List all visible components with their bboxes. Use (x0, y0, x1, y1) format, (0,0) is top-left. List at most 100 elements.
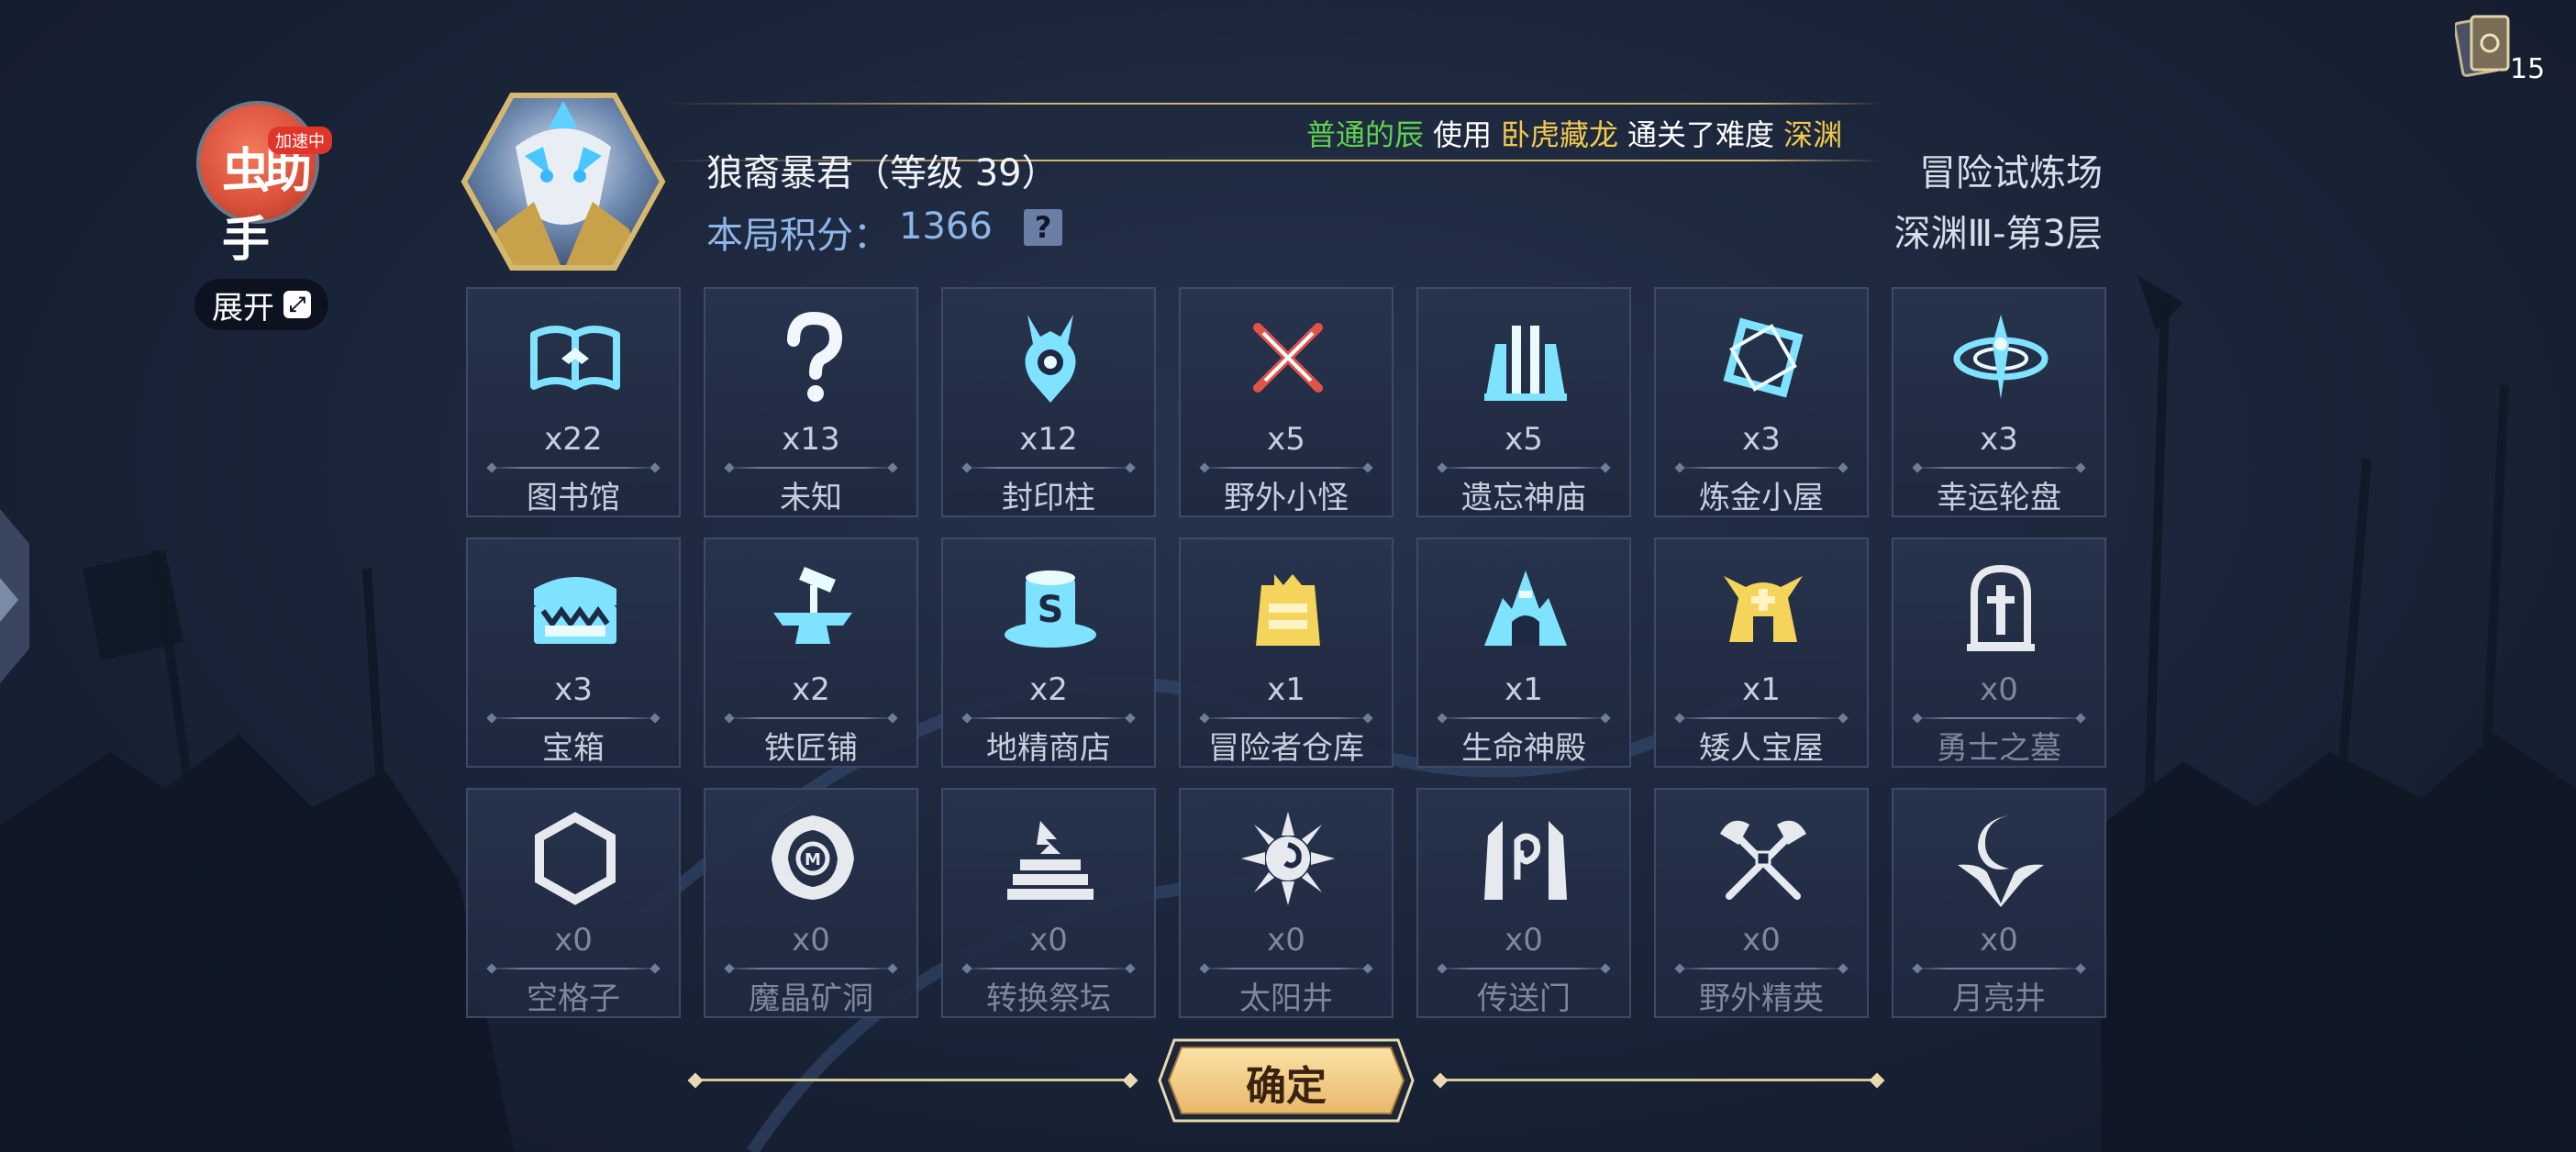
event-cell-portal[interactable]: x0 传送门 (1416, 788, 1631, 1018)
divider (1438, 717, 1609, 719)
event-label: 图书馆 (527, 480, 620, 516)
event-cell-sun-well[interactable]: x0 太阳井 (1179, 788, 1393, 1018)
sun-well-icon (1241, 812, 1335, 905)
tomb-icon (1967, 564, 2035, 651)
divider (1676, 717, 1847, 719)
goblin-shop-icon: S (1005, 570, 1096, 648)
wheel-icon (1953, 315, 2049, 399)
event-cell-dwarf-treasure-house[interactable]: x1 矮人宝屋 (1654, 537, 1869, 768)
event-cell-crystal-mine[interactable]: M x0 魔晶矿洞 (704, 788, 918, 1018)
rule-diamond (1432, 1072, 1449, 1089)
ticker-player: 普通的辰 (1306, 117, 1425, 150)
event-cell-warrior-tomb[interactable]: x0 勇士之墓 (1892, 537, 2106, 768)
warehouse-icon (1256, 574, 1320, 646)
event-cell-unknown[interactable]: x13 未知 (704, 287, 918, 517)
event-cell-empty[interactable]: x0 空格子 (466, 788, 681, 1018)
divider (963, 717, 1134, 719)
crossed-swords-icon (1253, 323, 1323, 393)
event-cell-seal-pillar[interactable]: x12 封印柱 (941, 287, 1156, 517)
event-label: 生命神殿 (1461, 730, 1586, 767)
crystal-mine-icon: M (772, 815, 854, 900)
divider (963, 467, 1134, 469)
event-cell-treasure-chest[interactable]: x3 宝箱 (466, 537, 681, 768)
score-help-button[interactable]: ? (1024, 209, 1062, 246)
event-count: x0 (1267, 922, 1305, 958)
event-label: 遗忘神庙 (1461, 480, 1586, 516)
confirm-rule-right (1437, 1079, 1879, 1081)
divider (488, 717, 659, 719)
speed-badge: 加速中 (268, 127, 332, 154)
event-cell-adventurer-warehouse[interactable]: x1 冒险者仓库 (1179, 537, 1393, 768)
divider (488, 968, 659, 969)
divider (1438, 968, 1609, 969)
seal-pillar-icon (1025, 315, 1076, 403)
event-label: 铁匠铺 (764, 730, 858, 767)
event-count: x3 (1980, 421, 2018, 458)
event-label: 幸运轮盘 (1937, 480, 2061, 516)
chevron-right-icon (0, 578, 18, 622)
temple-icon (1484, 326, 1567, 401)
event-count: x0 (1029, 922, 1068, 958)
dwarf-house-icon (1724, 576, 1803, 642)
event-label: 月亮井 (1952, 980, 2046, 1017)
divider (1914, 467, 2084, 469)
svg-text:M: M (805, 850, 821, 870)
event-count: x0 (554, 922, 593, 958)
event-cell-life-shrine[interactable]: x1 生命神殿 (1416, 537, 1631, 768)
divider (726, 467, 896, 469)
event-label: 勇士之墓 (1937, 730, 2061, 767)
event-count: x0 (1505, 922, 1543, 958)
event-cell-field-monster[interactable]: x5 野外小怪 (1179, 287, 1393, 517)
mode-name: 冒险试炼场 (1919, 152, 2103, 194)
divider (1201, 467, 1371, 469)
rule-diamond (1869, 1072, 1885, 1089)
event-cell-forgotten-temple[interactable]: x5 遗忘神庙 (1416, 287, 1631, 517)
event-label: 冒险者仓库 (1208, 730, 1364, 767)
rule-diamond (687, 1072, 704, 1089)
divider (726, 968, 896, 969)
event-count: x5 (1505, 421, 1543, 458)
helper-avatar[interactable]: 虫助手 (196, 101, 319, 268)
event-label: 野外小怪 (1224, 480, 1349, 516)
event-label: 野外精英 (1699, 980, 1824, 1017)
card-deck-icon[interactable] (2455, 11, 2514, 81)
event-cell-moon-well[interactable]: x0 月亮井 (1892, 788, 2106, 1018)
event-cell-alchemy-hut[interactable]: x3 炼金小屋 (1654, 287, 1869, 517)
event-label: 传送门 (1477, 980, 1571, 1017)
confirm-label: 确定 (1246, 1063, 1327, 1110)
expand-button[interactable]: 展开 ⤢ (194, 279, 328, 330)
divider (1438, 467, 1609, 469)
hero-portrait[interactable] (461, 92, 666, 271)
svg-text:S: S (1038, 589, 1064, 631)
event-cell-conversion-altar[interactable]: x0 转换祭坛 (941, 788, 1156, 1018)
event-cell-blacksmith[interactable]: x2 铁匠铺 (704, 537, 918, 768)
event-cell-library[interactable]: x22 图书馆 (466, 287, 681, 517)
divider (488, 467, 659, 469)
hero-name: 狼裔暴君（等级 39） (706, 152, 1059, 194)
announcement-ticker: 普通的辰 使用 卧虎藏龙 通关了难度 深渊 (1306, 112, 1875, 150)
divider (1201, 717, 1371, 719)
score-label: 本局积分： (706, 215, 890, 257)
event-label: 矮人宝屋 (1699, 730, 1824, 767)
alchemy-icon (1723, 317, 1804, 398)
ticker-text: 通关了难度 (1627, 117, 1775, 150)
event-count: x5 (1267, 421, 1305, 458)
event-label: 宝箱 (542, 730, 605, 767)
event-count: x0 (1742, 922, 1781, 958)
event-cell-goblin-shop[interactable]: S x2 地精商店 (941, 537, 1156, 768)
event-label: 炼金小屋 (1699, 480, 1824, 516)
event-count: x0 (1980, 922, 2018, 958)
event-cell-lucky-wheel[interactable]: x3 幸运轮盘 (1892, 287, 2106, 517)
expand-icon: ⤢ (283, 291, 311, 318)
divider (1676, 467, 1847, 469)
event-label: 太阳井 (1239, 980, 1333, 1017)
event-label: 地精商店 (986, 730, 1111, 767)
event-count: x13 (782, 421, 840, 458)
event-cell-field-elite[interactable]: x0 野外精英 (1654, 788, 1869, 1018)
ticker-hero: 卧虎藏龙 (1501, 117, 1619, 150)
portal-icon (1484, 821, 1567, 900)
event-label: 未知 (780, 480, 842, 516)
event-count: x3 (1742, 421, 1781, 458)
divider (726, 717, 896, 719)
event-count: x3 (554, 671, 593, 708)
